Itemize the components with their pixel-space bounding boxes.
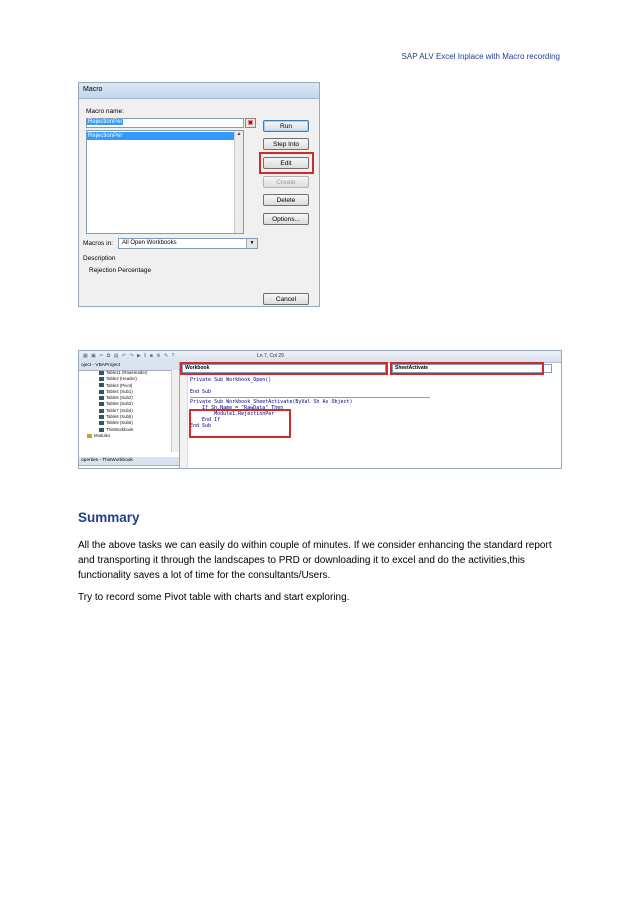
procedure-separator — [190, 396, 430, 398]
properties-panel: operties - ThisWorkbook — [79, 457, 179, 466]
sheet-icon — [99, 383, 104, 388]
tree-item[interactable]: Modules — [79, 433, 171, 439]
properties-title: operties - ThisWorkbook — [79, 457, 179, 466]
page-header-title: SAP ALV Excel Inplace with Macro recordi… — [401, 52, 560, 61]
macros-in-select[interactable]: All Open Workbooks ▼ — [118, 238, 258, 249]
chevron-down-icon[interactable]: ▼ — [246, 239, 257, 248]
cancel-button[interactable]: Cancel — [263, 293, 309, 305]
vba-editor-screenshot: ▦ ▣ ✂ ⧉ ▤ ↶ ↷ ▶ ‖ ■ ⚙ ✎ ? Ln 7, Col 29 o… — [78, 350, 562, 469]
project-tree-scrollbar[interactable] — [171, 370, 179, 452]
cursor-position: Ln 7, Col 29 — [257, 353, 284, 359]
summary-paragraph: All the above tasks we can easily do wit… — [78, 540, 552, 581]
summary-heading: Summary — [78, 510, 140, 525]
macro-list[interactable]: RejectionPer ▲ — [86, 130, 244, 234]
sheet-icon — [99, 414, 104, 419]
create-button[interactable]: Create — [263, 176, 309, 188]
folder-icon — [87, 433, 92, 438]
description-value: Rejection Percentage — [89, 267, 152, 274]
sheet-icon — [99, 370, 104, 375]
options-button[interactable]: Options... — [263, 213, 309, 225]
delete-button[interactable]: Delete — [263, 194, 309, 206]
macro-dialog-screenshot: Macro Macro name: RejectionPer ▣ Rejecti… — [78, 82, 320, 307]
step-into-button[interactable]: Step Into — [263, 138, 309, 150]
sheet-icon — [99, 421, 104, 426]
range-picker-icon[interactable]: ▣ — [245, 118, 256, 128]
macro-dialog-titlebar: Macro — [79, 83, 319, 99]
toolbar-icons[interactable]: ▦ ▣ ✂ ⧉ ▤ ↶ ↷ ▶ ‖ ■ ⚙ ✎ ? — [83, 353, 175, 359]
run-button[interactable]: Run — [263, 120, 309, 132]
macro-list-scrollbar[interactable]: ▲ — [234, 131, 243, 233]
edit-button-highlight — [259, 152, 314, 174]
macros-in-label: Macros in: — [83, 240, 113, 247]
macro-name-input[interactable]: RejectionPer — [86, 118, 244, 128]
sheet-icon — [99, 408, 104, 413]
sheet-icon — [99, 377, 104, 382]
sheet-icon — [99, 389, 104, 394]
sheet-icon — [99, 402, 104, 407]
macros-in-value: All Open Workbooks — [122, 240, 177, 246]
macro-list-item[interactable]: RejectionPer — [87, 132, 235, 140]
procedure-combo-highlight — [390, 362, 544, 375]
code-highlight — [189, 409, 291, 438]
description-label: Description — [83, 255, 116, 262]
sheet-icon — [99, 396, 104, 401]
object-combo-highlight — [180, 362, 388, 375]
workbook-icon — [99, 427, 104, 432]
project-explorer: oject - VBAProject Table11 (RawHeader) T… — [79, 362, 180, 468]
summary-paragraph: Try to record some Pivot table with char… — [78, 592, 350, 603]
project-tree: Table11 (RawHeader) Table2 (Header) Tabl… — [79, 370, 171, 452]
macro-name-label: Macro name: — [86, 108, 124, 115]
code-line: End Sub — [190, 389, 212, 396]
code-window: Workbook SheetActivate Private Sub Workb… — [180, 362, 561, 468]
macro-name-value: RejectionPer — [87, 119, 124, 125]
code-margin — [180, 374, 188, 468]
